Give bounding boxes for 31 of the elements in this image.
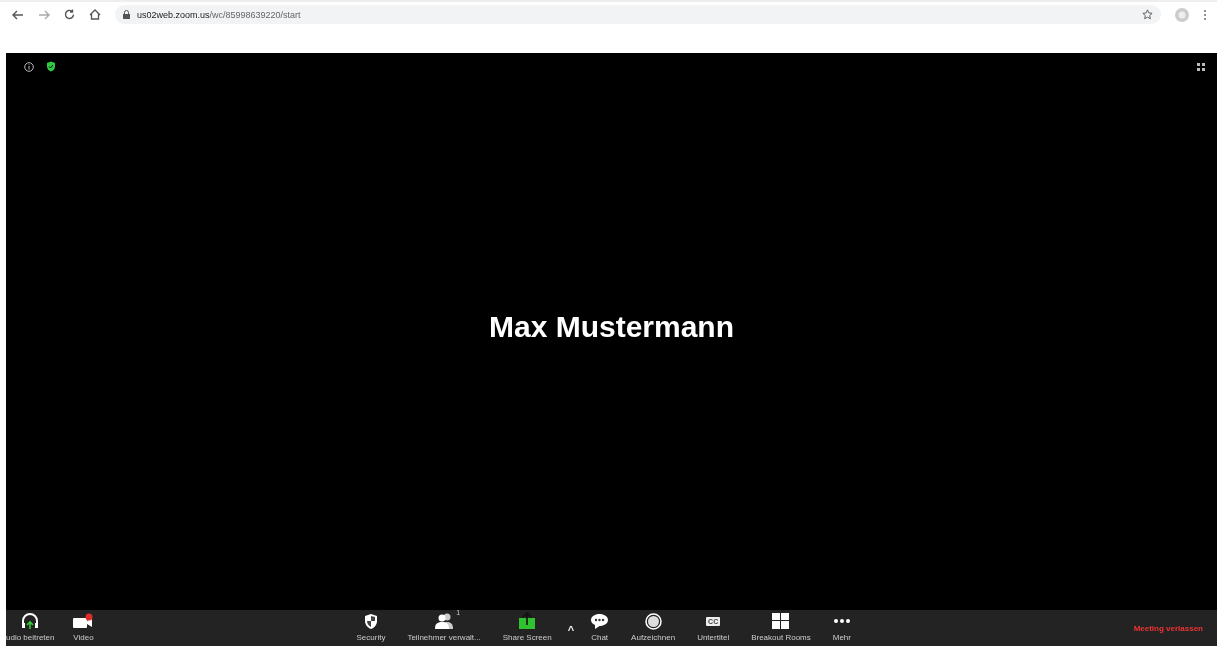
toolbar-button[interactable]: Mehr: [826, 611, 857, 645]
back-icon[interactable]: [12, 9, 24, 20]
share-screen-icon: [518, 612, 537, 630]
reload-icon[interactable]: [64, 9, 75, 20]
address-bar[interactable]: us02web.zoom.us/wc/85998639220/start: [115, 5, 1161, 24]
more-icon: [832, 618, 851, 624]
star-icon[interactable]: [1142, 9, 1153, 20]
home-icon[interactable]: [89, 9, 101, 20]
url-text: us02web.zoom.us/wc/85998639220/start: [137, 9, 301, 20]
chat-bubble-icon: [590, 612, 610, 630]
headphones-icon: [21, 612, 40, 630]
toolbar-button[interactable]: udio beitreten: [0, 611, 61, 645]
toolbar-button[interactable]: Aufzeichnen: [625, 611, 682, 645]
record-icon: [644, 612, 662, 630]
grid-icon: [772, 613, 790, 629]
caret-button[interactable]: ^: [567, 624, 575, 636]
lock-icon: [123, 10, 130, 19]
toolbar-button[interactable]: Share Screen: [496, 611, 558, 645]
toolbar-button[interactable]: Chat: [584, 611, 616, 645]
leave-meeting-button[interactable]: Meeting verlassen: [1133, 623, 1203, 633]
shield-check-icon[interactable]: [46, 61, 56, 72]
toolbar-button[interactable]: Breakout Rooms: [745, 611, 817, 645]
fullscreen-icon[interactable]: [1197, 62, 1205, 71]
video-camera-icon: [72, 613, 95, 629]
shield-icon: [362, 612, 379, 630]
kebab-menu-icon[interactable]: [1203, 8, 1207, 21]
info-icon[interactable]: [24, 61, 34, 72]
people-icon: [434, 613, 455, 629]
toolbar-button[interactable]: Security: [350, 611, 392, 645]
participant-name: Max Mustermann: [488, 310, 735, 344]
toolbar-button[interactable]: Video: [66, 611, 101, 645]
